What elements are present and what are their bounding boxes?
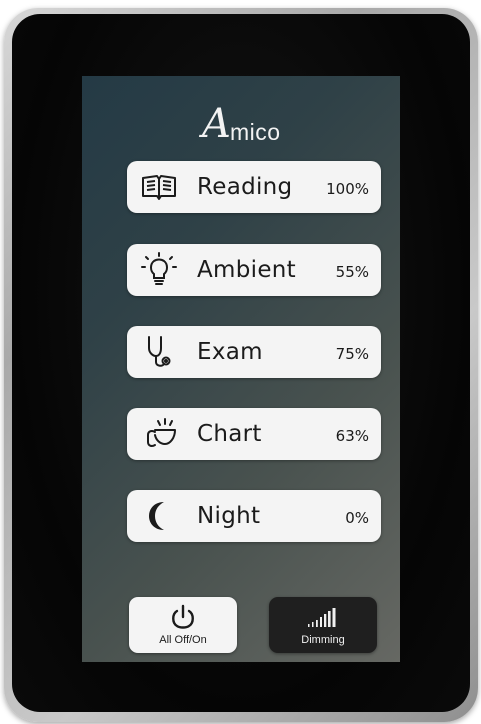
moon-icon [149, 502, 164, 530]
mode-button-night[interactable]: Night 0% [127, 490, 381, 542]
mode-label: Night [197, 503, 261, 529]
logo-text: mico [230, 119, 281, 145]
mode-label: Exam [197, 339, 263, 365]
mode-button-ambient[interactable]: Ambient 55% [127, 244, 381, 296]
mode-button-exam[interactable]: Exam 75% [127, 326, 381, 378]
all-off-on-label: All Off/On [159, 634, 207, 646]
mode-level: 0% [345, 509, 369, 527]
mode-label: Reading [197, 174, 293, 200]
mode-button-chart[interactable]: Chart 63% [127, 408, 381, 460]
mode-level: 100% [326, 180, 369, 198]
power-icon [172, 604, 194, 629]
mode-label: Ambient [197, 257, 296, 283]
amico-logo: A mico [82, 102, 400, 152]
mode-button-reading[interactable]: Reading 100% [127, 161, 381, 213]
logo-letter: A [202, 101, 231, 147]
lightbulb-icon [141, 252, 177, 285]
signal-bars-icon [308, 608, 336, 627]
touch-screen: A mico Reading 100% Ambient 55% Exam 75%… [82, 76, 400, 662]
dimming-label: Dimming [301, 634, 345, 646]
book-icon [142, 175, 176, 200]
all-off-on-button[interactable]: All Off/On [129, 597, 237, 653]
mode-level: 63% [335, 427, 369, 445]
mode-label: Chart [197, 421, 262, 447]
hand-lamp-icon [147, 418, 176, 447]
dimming-button[interactable]: Dimming [269, 597, 377, 653]
stethoscope-icon [148, 336, 171, 367]
mode-level: 55% [335, 263, 369, 281]
mode-level: 75% [335, 345, 369, 363]
